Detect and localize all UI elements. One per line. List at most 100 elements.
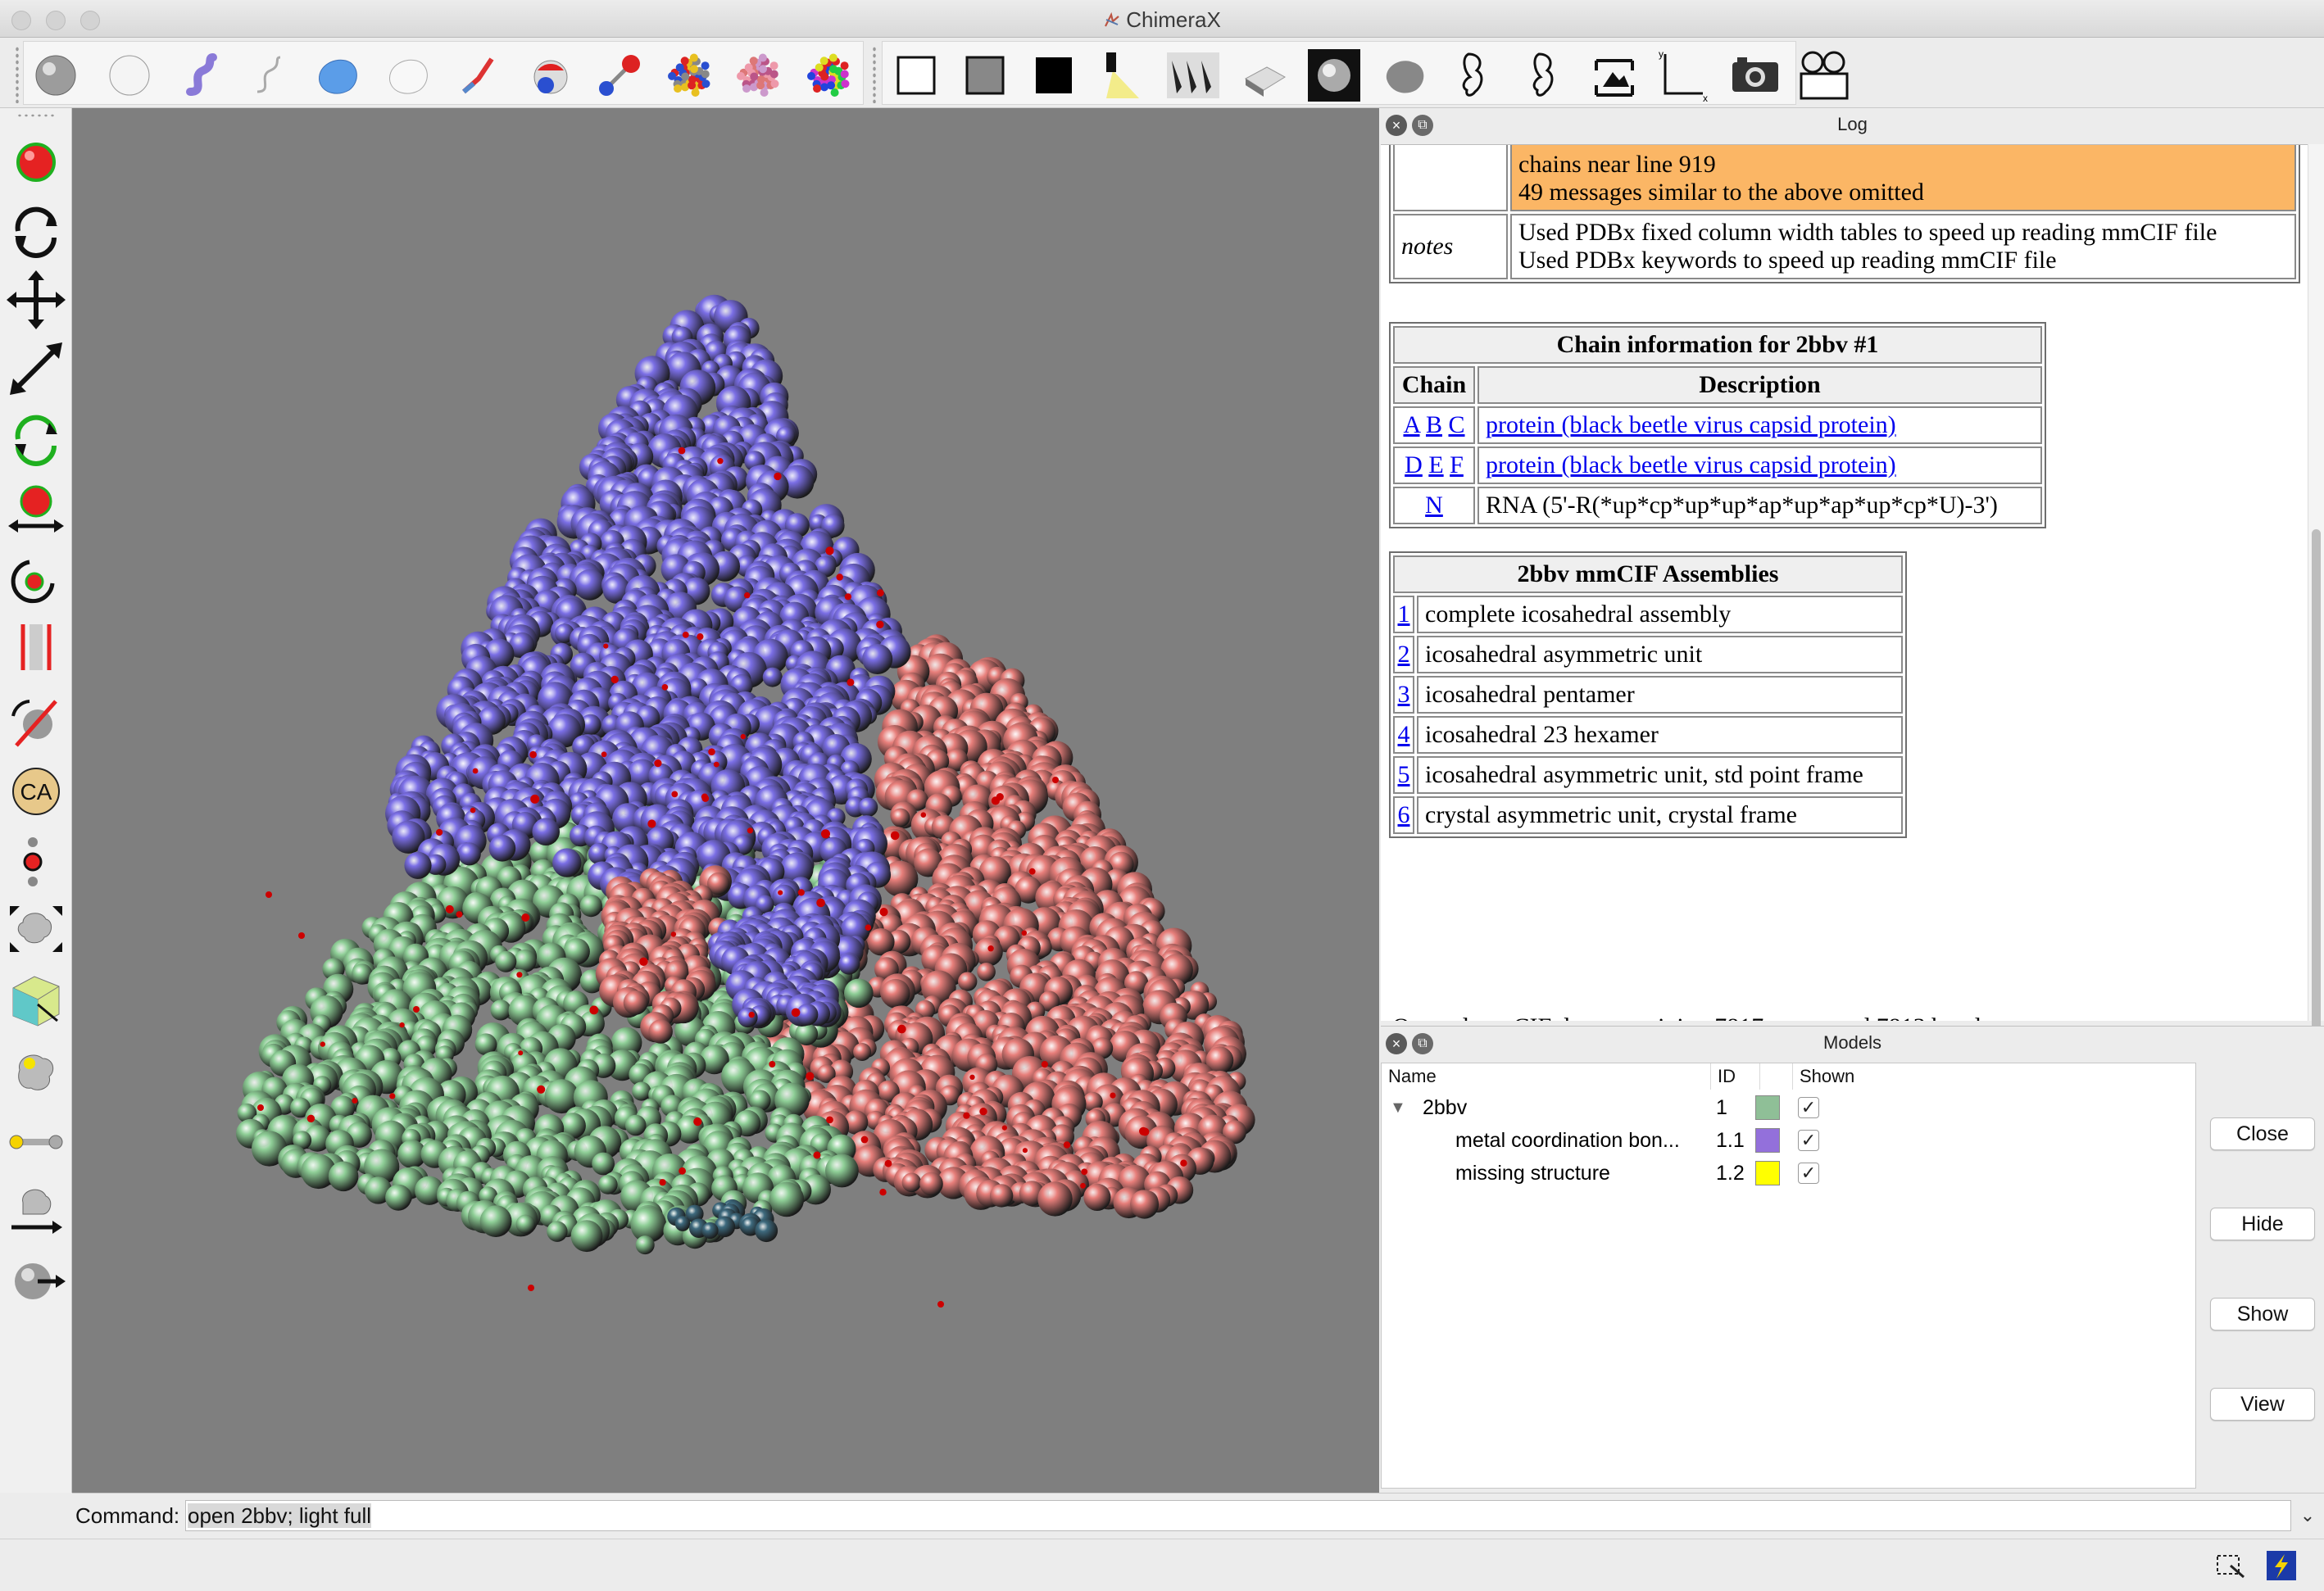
chain-description-link[interactable]: protein (black beetle virus capsid prote… (1486, 451, 1896, 478)
toolbar-grip-2[interactable] (872, 46, 877, 103)
assembly-link-1[interactable]: 1 (1398, 601, 1410, 628)
move-picked-icon[interactable] (5, 898, 67, 960)
axes-icon[interactable]: yx (1654, 46, 1713, 105)
log-scrollbar[interactable] (2308, 144, 2324, 1127)
chain-link-D[interactable]: D (1405, 451, 1423, 478)
view-model-button[interactable]: View (2210, 1388, 2315, 1421)
show-model-button[interactable]: Show (2210, 1298, 2315, 1330)
full-lighting-icon[interactable] (1234, 46, 1293, 105)
toolbar-grip[interactable] (15, 46, 20, 103)
shown-col-header[interactable]: Shown (1793, 1063, 1891, 1090)
model-shown-checkbox[interactable]: ✓ (1798, 1097, 1819, 1118)
ribbon-icon[interactable] (170, 46, 229, 105)
assembly-row: 3 icosahedral pentamer (1393, 676, 1903, 714)
assembly-link-4[interactable]: 4 (1398, 721, 1410, 748)
gray-background-icon[interactable] (955, 46, 1014, 105)
selection-inspector-icon[interactable] (2213, 1548, 2249, 1584)
expand-triangle-icon[interactable]: ▼ (1390, 1091, 1406, 1124)
close-model-button[interactable]: Close (2210, 1117, 2315, 1150)
quick-action-icon[interactable] (2263, 1548, 2299, 1584)
bond-rotation-icon[interactable] (5, 691, 67, 754)
model-shown-checkbox[interactable]: ✓ (1798, 1163, 1819, 1184)
color-col-header[interactable] (1760, 1063, 1793, 1090)
pick-atom-icon[interactable] (5, 829, 67, 891)
graphics-viewport[interactable] (72, 108, 1379, 1493)
water-atom (682, 632, 689, 638)
model-row[interactable]: missing structure 1.2 ✓ (1382, 1157, 2197, 1190)
assembly-link-6[interactable]: 6 (1398, 801, 1410, 828)
atom-sphere (977, 963, 996, 981)
shadows-icon[interactable] (1377, 46, 1436, 105)
black-background-icon[interactable] (1024, 46, 1083, 105)
model-row[interactable]: ▼ 2bbv 1 ✓ (1382, 1091, 2197, 1124)
map-contour-icon[interactable] (5, 968, 67, 1031)
sphere-icon[interactable] (26, 46, 85, 105)
rotate-selected-icon[interactable] (5, 408, 67, 470)
chain-description-link[interactable]: protein (black beetle virus capsid prote… (1486, 411, 1896, 438)
left-toolbar-grip[interactable] (16, 113, 56, 118)
water-atom (813, 1151, 821, 1159)
stick-icon[interactable] (449, 46, 508, 105)
molecule-render[interactable] (72, 108, 1379, 1493)
flat-lighting-icon[interactable] (1305, 46, 1364, 105)
sphere-atom-icon[interactable] (521, 46, 580, 105)
chain-link-C[interactable]: C (1449, 411, 1465, 438)
chain-link-F[interactable]: F (1450, 451, 1464, 478)
atom-sphere (796, 1004, 819, 1026)
model-color-swatch[interactable] (1755, 1095, 1780, 1120)
name-col-header[interactable]: Name (1382, 1063, 1711, 1090)
map-plane-icon[interactable] (5, 1042, 67, 1104)
view-all-icon[interactable] (1585, 46, 1644, 105)
atoms-rainbow-icon[interactable] (800, 46, 859, 105)
swing-icon[interactable] (5, 1250, 67, 1312)
movie-icon[interactable] (1795, 46, 1854, 105)
id-col-header[interactable]: ID (1711, 1063, 1760, 1090)
translate-selected-icon[interactable] (5, 477, 67, 539)
water-atom (963, 1112, 970, 1119)
select-icon[interactable] (5, 131, 67, 193)
blob-icon[interactable] (5, 1111, 67, 1173)
models-undock-icon[interactable]: ⧉ (1412, 1033, 1433, 1054)
label-ca-icon[interactable]: CA (5, 760, 67, 823)
description-col-header: Description (1477, 366, 2042, 404)
chain-link-B[interactable]: B (1426, 411, 1442, 438)
ball-icon[interactable] (100, 46, 159, 105)
bond-length-icon[interactable] (5, 1178, 67, 1240)
rotate-icon[interactable] (5, 200, 67, 262)
water-atom (306, 1114, 315, 1123)
side-view-icon[interactable] (1444, 46, 1503, 105)
command-history-dropdown[interactable]: ⌄ (2294, 1500, 2321, 1531)
atoms-by-element-icon[interactable] (660, 46, 719, 105)
assembly-link-2[interactable]: 2 (1398, 641, 1410, 668)
translate-icon[interactable] (5, 269, 67, 331)
assembly-link-5[interactable]: 5 (1398, 761, 1410, 788)
model-color-swatch[interactable] (1755, 1161, 1780, 1185)
surface-outline-icon[interactable] (379, 46, 438, 105)
models-close-icon[interactable]: × (1386, 1033, 1407, 1054)
command-input[interactable]: open 2bbv; light full (185, 1500, 2291, 1531)
surface-icon[interactable] (308, 46, 367, 105)
ribbon-outline-icon[interactable] (238, 46, 297, 105)
log-close-icon[interactable]: × (1386, 115, 1407, 136)
zoom-icon[interactable] (5, 338, 67, 400)
chain-link-N[interactable]: N (1425, 492, 1443, 519)
chain-link-A[interactable]: A (1403, 411, 1419, 438)
log-undock-icon[interactable]: ⧉ (1412, 115, 1433, 136)
water-atom (659, 1179, 666, 1186)
soft-lighting-icon[interactable] (1164, 46, 1223, 105)
model-color-swatch[interactable] (1755, 1128, 1780, 1153)
seahorse-icon[interactable] (1514, 46, 1573, 105)
distance-icon[interactable] (5, 616, 67, 678)
simple-lighting-icon[interactable] (1093, 46, 1152, 105)
model-shown-checkbox[interactable]: ✓ (1798, 1130, 1819, 1151)
assembly-link-3[interactable]: 3 (1398, 681, 1410, 708)
atoms-by-chain-icon[interactable] (729, 46, 788, 105)
water-atom (769, 1061, 776, 1067)
model-row[interactable]: metal coordination bon... 1.1 ✓ (1382, 1124, 2197, 1157)
hide-model-button[interactable]: Hide (2210, 1208, 2315, 1240)
ball-stick-icon[interactable] (590, 46, 649, 105)
snapshot-icon[interactable] (1726, 46, 1785, 105)
white-background-icon[interactable] (887, 46, 946, 105)
pivot-icon[interactable] (5, 551, 67, 613)
chain-link-E[interactable]: E (1428, 451, 1443, 478)
